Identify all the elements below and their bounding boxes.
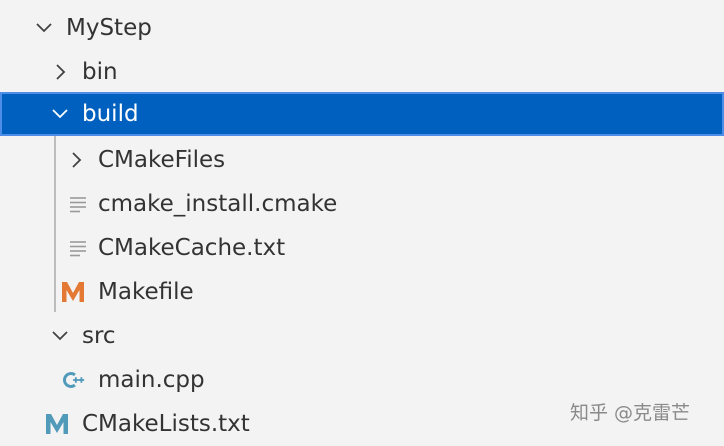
tree-item-label: CMakeFiles [98, 147, 226, 173]
tree-item-label: src [82, 323, 116, 349]
tree-item-cmakecache[interactable]: CMakeCache.txt [0, 226, 724, 270]
makefile-m-icon [61, 280, 85, 304]
chevron-right-icon[interactable] [64, 148, 88, 172]
tree-item-label: cmake_install.cmake [98, 191, 338, 217]
tree-item-cmakefiles[interactable]: CMakeFiles [0, 138, 724, 182]
tree-item-label: main.cpp [98, 367, 205, 393]
file-explorer-tree: MyStep bin build CMakeFiles cmake_instal… [0, 0, 724, 446]
tree-item-makefile[interactable]: Makefile [0, 270, 724, 314]
tree-item-label: CMakeCache.txt [98, 235, 286, 261]
text-file-icon [66, 236, 90, 260]
chevron-down-icon[interactable] [32, 16, 56, 40]
tree-item-src[interactable]: src [0, 314, 724, 358]
tree-item-cmake-install[interactable]: cmake_install.cmake [0, 182, 724, 226]
tree-item-label: bin [82, 59, 118, 85]
makefile-m-icon [45, 412, 69, 436]
chevron-down-icon[interactable] [48, 102, 72, 126]
tree-item-bin[interactable]: bin [0, 50, 724, 94]
tree-item-label: Makefile [98, 279, 194, 305]
chevron-right-icon[interactable] [48, 60, 72, 84]
tree-item-label: build [82, 101, 139, 127]
tree-item-build[interactable]: build [0, 92, 724, 136]
tree-item-label: CMakeLists.txt [82, 411, 250, 437]
tree-item-main-cpp[interactable]: main.cpp [0, 358, 724, 402]
watermark: 知乎 @克雷芒 [570, 402, 691, 424]
chevron-down-icon[interactable] [48, 324, 72, 348]
cpp-file-icon [62, 368, 86, 392]
tree-item-label: MyStep [66, 15, 152, 41]
text-file-icon [66, 192, 90, 216]
tree-item-mystep[interactable]: MyStep [0, 6, 724, 50]
